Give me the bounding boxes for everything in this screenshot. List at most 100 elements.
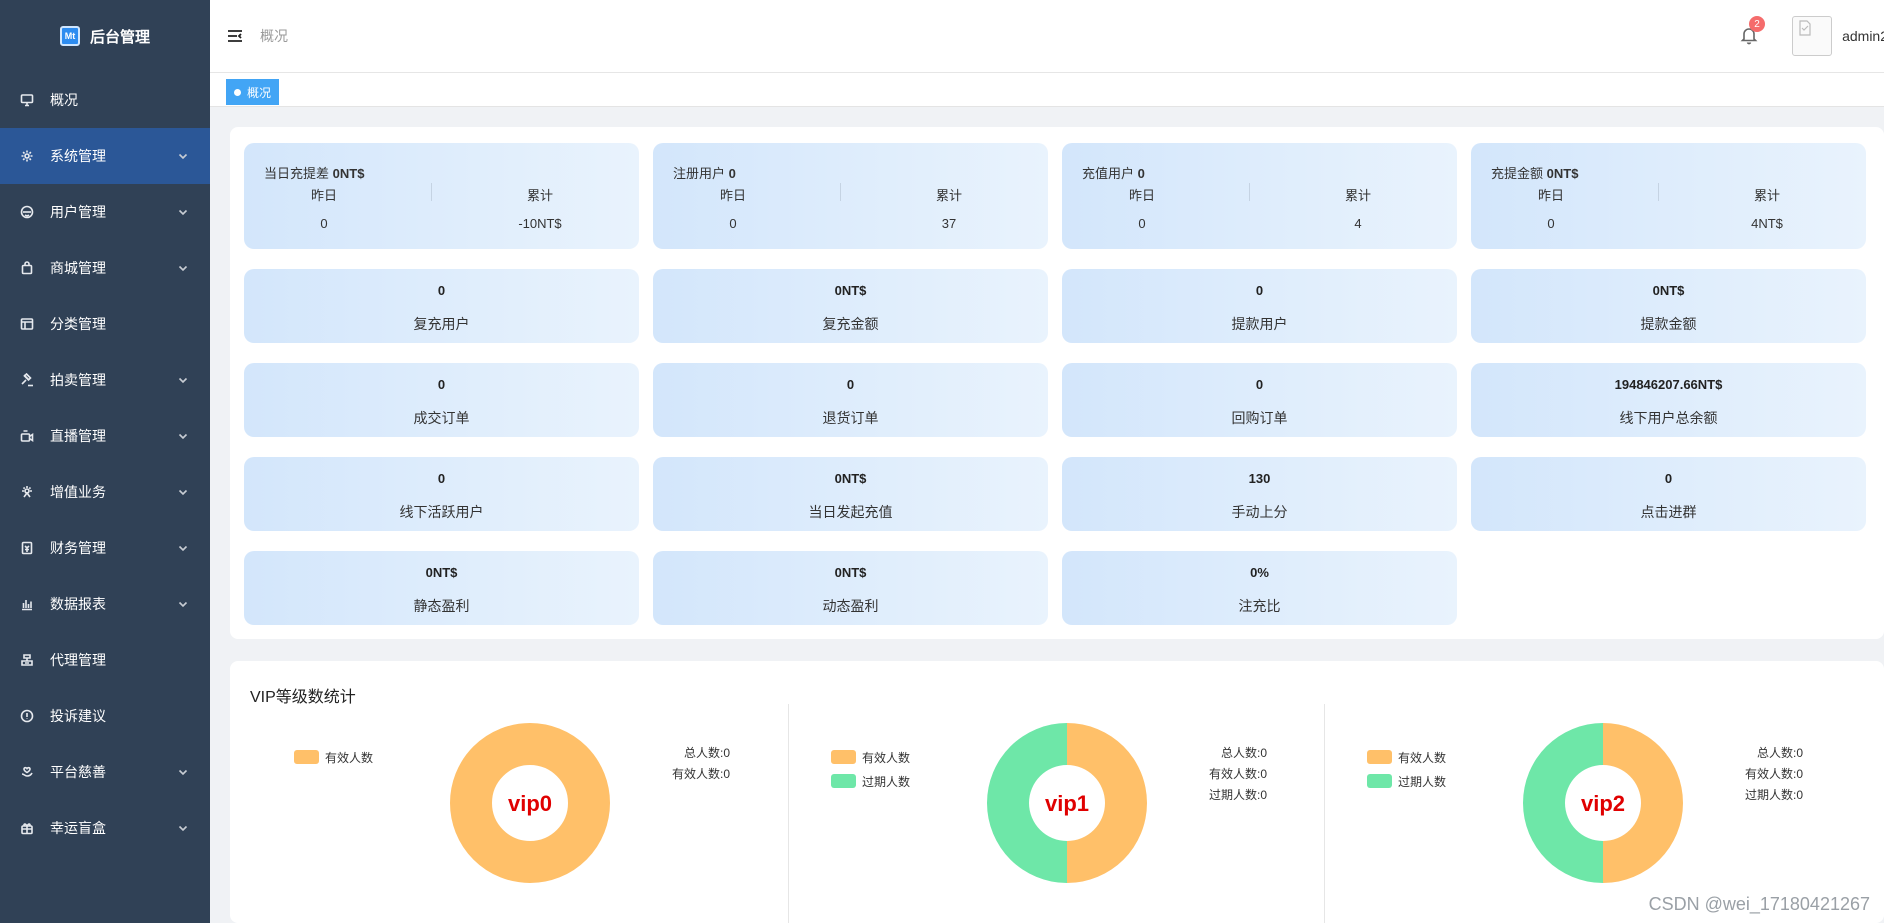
donut-center-label: vip2 — [1581, 791, 1625, 816]
chart-legend: 有效人数过期人数 — [1367, 745, 1446, 793]
sidebar-item-5[interactable]: 拍卖管理 — [0, 352, 210, 408]
agent-icon — [20, 653, 34, 667]
yesterday-value: 0 — [1547, 216, 1555, 231]
sidebar-item-6[interactable]: 直播管理 — [0, 408, 210, 464]
chevron-down-icon — [178, 764, 188, 780]
stat-card-title: 充值用户 0 — [1082, 166, 1145, 181]
chevron-down-icon — [178, 204, 188, 220]
sidebar-item-label: 分类管理 — [50, 316, 106, 332]
legend-item[interactable]: 过期人数 — [1367, 769, 1446, 793]
sidebar-item-label: 财务管理 — [50, 540, 106, 556]
vip-chart-0: 有效人数 vip0 总人数:0 有效人数:0 — [250, 721, 770, 921]
sidebar-item-label: 投诉建议 — [50, 708, 106, 724]
vip-panel: VIP等级数统计 有效人数 vip0 总人数:0 有效人数:0 有效人数 过期人数 vip1… — [230, 661, 1884, 923]
sidebar-item-0[interactable]: 概况 — [0, 72, 210, 128]
stat-label: 注充比 — [1238, 598, 1281, 614]
notification-bell-icon[interactable]: 2 — [1739, 16, 1765, 47]
stat-label: 提款金额 — [1640, 316, 1697, 332]
sidebar-item-13[interactable]: 幸运盲盒 — [0, 800, 210, 856]
stat-label: 复充金额 — [822, 316, 879, 332]
stat-card: 0 回购订单 — [1062, 363, 1457, 437]
stat-card: 194846207.66NT$ 线下用户总余额 — [1471, 363, 1866, 437]
stat-value: 0 — [1255, 283, 1264, 298]
sidebar-item-label: 拍卖管理 — [50, 372, 106, 388]
sidebar-item-10[interactable]: 代理管理 — [0, 632, 210, 688]
total-value: 4NT$ — [1751, 216, 1783, 231]
yesterday-label: 昨日 — [719, 188, 746, 203]
sidebar-item-7[interactable]: 增值业务 — [0, 464, 210, 520]
stat-card-top: 充提金额 0NT$ 昨日 累计 0 4NT$ — [1471, 143, 1866, 249]
value-added-icon — [20, 485, 34, 499]
sidebar-item-3[interactable]: 商城管理 — [0, 240, 210, 296]
stat-card: 130 手动上分 — [1062, 457, 1457, 531]
total-value: 4 — [1354, 216, 1362, 231]
sidebar-item-9[interactable]: 数据报表 — [0, 576, 210, 632]
total-value: 37 — [941, 216, 957, 231]
sidebar-item-11[interactable]: 投诉建议 — [0, 688, 210, 744]
stat-card: 0 复充用户 — [244, 269, 639, 343]
bar-chart-icon — [20, 597, 34, 611]
vip-info-line: 过期人数:0 — [1208, 788, 1267, 802]
donut-center-label: vip0 — [508, 791, 552, 816]
stats-panel: 当日充提差 0NT$ 昨日 累计 0 -10NT$ 注册用户 0 昨日 累计 0 37 充值用户 0… — [230, 127, 1884, 639]
legend-item[interactable]: 过期人数 — [831, 769, 910, 793]
stat-value: 0% — [1250, 565, 1269, 580]
stat-card: 0 退货订单 — [653, 363, 1048, 437]
divider — [431, 183, 432, 201]
chevron-down-icon — [178, 820, 188, 836]
sidebar-item-label: 数据报表 — [50, 596, 106, 612]
stat-card: 0 成交订单 — [244, 363, 639, 437]
sidebar-item-label: 商城管理 — [50, 260, 106, 276]
stat-card: 0NT$ 提款金额 — [1471, 269, 1866, 343]
legend-item[interactable]: 有效人数 — [294, 745, 373, 769]
username[interactable]: admin2 — [1842, 28, 1884, 44]
legend-swatch — [1367, 750, 1392, 764]
sidebar-item-label: 幸运盲盒 — [50, 820, 106, 836]
stat-value: 0NT$ — [1652, 283, 1685, 298]
legend-label: 有效人数 — [862, 750, 911, 765]
vip-donut: vip2 — [1523, 723, 1683, 883]
vip-chart-1: 有效人数 过期人数 vip1 总人数:0 有效人数:0 过期人数:0 — [787, 721, 1307, 921]
app-title: 后台管理 — [89, 28, 150, 46]
sidebar-item-1[interactable]: 系统管理 — [0, 128, 210, 184]
gear-icon — [20, 149, 34, 163]
yesterday-value: 0 — [1138, 216, 1146, 231]
stat-label: 复充用户 — [413, 316, 470, 332]
legend-item[interactable]: 有效人数 — [1367, 745, 1446, 769]
tab-overview-label: 概况 — [247, 85, 272, 100]
divider — [1249, 183, 1250, 201]
stat-value: 0 — [1664, 471, 1673, 486]
sidebar-item-4[interactable]: 分类管理 — [0, 296, 210, 352]
legend-label: 有效人数 — [1398, 750, 1447, 765]
vip-info-line: 有效人数:0 — [1208, 767, 1267, 781]
tab-overview[interactable]: 概况 — [226, 79, 280, 105]
stat-value: 0 — [1255, 377, 1264, 392]
total-label: 累计 — [1344, 188, 1371, 203]
stat-card: 0 提款用户 — [1062, 269, 1457, 343]
finance-icon — [20, 541, 34, 555]
legend-item[interactable]: 有效人数 — [831, 745, 910, 769]
vip-info-line: 有效人数:0 — [1744, 767, 1803, 781]
stat-card: 0 线下活跃用户 — [244, 457, 639, 531]
collapse-menu-icon[interactable] — [226, 27, 244, 45]
sidebar-item-label: 增值业务 — [50, 484, 106, 500]
category-icon — [20, 317, 34, 331]
stat-value: 0 — [437, 283, 446, 298]
info-icon — [20, 709, 34, 723]
sidebar-item-8[interactable]: 财务管理 — [0, 520, 210, 576]
avatar[interactable] — [1792, 16, 1832, 56]
stat-card: 0NT$ 复充金额 — [653, 269, 1048, 343]
chevron-down-icon — [178, 596, 188, 612]
yesterday-value: 0 — [729, 216, 737, 231]
stat-card-top: 注册用户 0 昨日 累计 0 37 — [653, 143, 1048, 249]
stat-value: 130 — [1248, 471, 1271, 486]
sidebar-item-12[interactable]: 平台慈善 — [0, 744, 210, 800]
stat-label: 线下用户总余额 — [1619, 410, 1718, 426]
tag-dot-icon — [234, 88, 241, 96]
app-logo[interactable]: Mt 后台管理 — [0, 0, 210, 72]
vip-chart-2: 有效人数 过期人数 vip2 总人数:0 有效人数:0 过期人数:0 — [1323, 721, 1843, 921]
top-header: 概况 2 admin2 — [210, 0, 1884, 73]
total-value: -10NT$ — [518, 216, 562, 231]
sidebar-item-2[interactable]: 用户管理 — [0, 184, 210, 240]
live-icon — [20, 429, 34, 443]
